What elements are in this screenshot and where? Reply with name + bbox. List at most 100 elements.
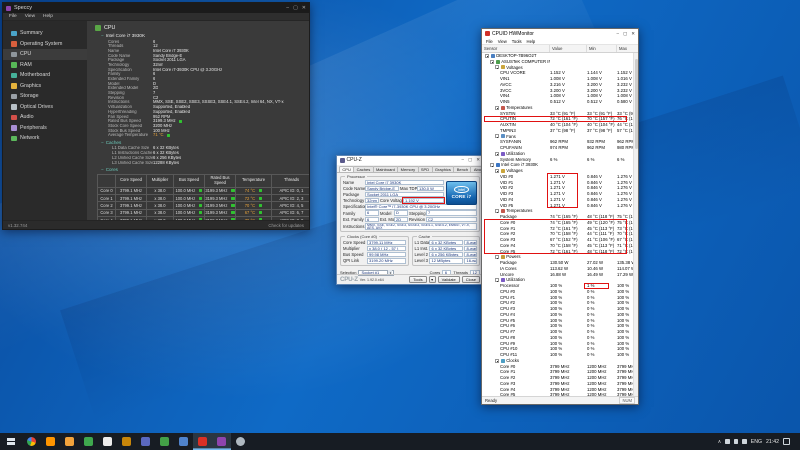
- speccy-sidebar-item[interactable]: Storage: [3, 91, 87, 102]
- speccy-sidebar-item[interactable]: Network: [3, 133, 87, 144]
- speccy-minimize-button[interactable]: –: [286, 5, 289, 11]
- sensor-category-icon: [501, 106, 505, 110]
- tree-collapse-icon[interactable]: [490, 163, 494, 167]
- taskbar-app-icon[interactable]: [212, 433, 231, 450]
- taskbar-app-icon[interactable]: [174, 433, 193, 450]
- hwmonitor-scrollbar[interactable]: [633, 53, 638, 396]
- col-max[interactable]: Max: [617, 45, 638, 52]
- threads-cell: APIC ID: 4, 5: [272, 202, 309, 209]
- speccy-menu-item[interactable]: Help: [43, 14, 53, 19]
- taskbar-app-icon[interactable]: [98, 433, 117, 450]
- sensor-row[interactable]: Core #5 3799 MHz 1200 MHz 3799 MHz: [482, 392, 638, 396]
- taskbar-app-icon[interactable]: [117, 433, 136, 450]
- col-min[interactable]: Min: [587, 45, 617, 52]
- cpuz-minimize-button[interactable]: –: [461, 157, 464, 163]
- tree-collapse-icon[interactable]: [495, 106, 499, 110]
- cpuz-tab[interactable]: Memory: [397, 166, 418, 172]
- cpuz-close-button[interactable]: ✕: [476, 157, 480, 163]
- caches-tree-node[interactable]: −Caches: [101, 140, 305, 145]
- cpuz-tab[interactable]: Graphics: [432, 166, 455, 172]
- speccy-sidebar-item[interactable]: Audio: [3, 112, 87, 123]
- cpuz-tab[interactable]: SPD: [418, 166, 433, 172]
- hwmonitor-maximize-button[interactable]: ▢: [623, 31, 627, 37]
- tree-collapse-icon[interactable]: [495, 65, 499, 69]
- tree-collapse-icon[interactable]: [495, 134, 499, 138]
- speccy-sidebar-item[interactable]: Motherboard: [3, 70, 87, 81]
- hwmonitor-menu-item[interactable]: Tools: [512, 39, 522, 44]
- taskbar-app-icon[interactable]: [60, 433, 79, 450]
- cpuz-titlebar[interactable]: CPU-Z – ▢ ✕: [337, 156, 483, 165]
- col-value[interactable]: Value: [550, 45, 587, 52]
- tree-collapse-icon[interactable]: [495, 255, 499, 259]
- sidebar-item-icon: [11, 125, 17, 131]
- tools-dropdown-button[interactable]: ▾: [429, 276, 436, 283]
- cpu-tree-node[interactable]: −Intel Core i7 3930K: [101, 33, 305, 38]
- tree-collapse-icon[interactable]: [485, 54, 489, 58]
- tree-collapse-icon[interactable]: [490, 60, 494, 64]
- cores-table-header: Core Speed Multiplier Bus Speed Rated Bu…: [98, 175, 309, 188]
- speccy-menu-item[interactable]: File: [9, 14, 17, 19]
- check-updates-link[interactable]: Check for updates: [268, 223, 304, 228]
- status-led: [259, 218, 262, 220]
- taskbar-app-icon[interactable]: [231, 433, 250, 450]
- speccy-menu-item[interactable]: View: [25, 14, 35, 19]
- taskbar-app-icon[interactable]: [79, 433, 98, 450]
- tree-collapse-icon[interactable]: [495, 169, 499, 173]
- scrollbar-thumb[interactable]: [635, 59, 638, 149]
- tree-collapse-icon[interactable]: [495, 278, 499, 282]
- hwmonitor-menu-item[interactable]: File: [486, 39, 493, 44]
- speccy-sidebar: Summary Operating System CPU RAM: [3, 21, 87, 220]
- taskbar-app-icon[interactable]: [136, 433, 155, 450]
- speccy-sidebar-item[interactable]: Optical Drives: [3, 102, 87, 113]
- cores-tree-node[interactable]: −Cores: [101, 167, 305, 172]
- sensor-category-icon: [501, 278, 505, 282]
- speccy-sidebar-item[interactable]: Operating System: [3, 39, 87, 50]
- col-sensor[interactable]: Sensor: [482, 45, 550, 52]
- speccy-statusbar: v1.32.744 Check for updates: [3, 220, 309, 229]
- hwmonitor-menu-item[interactable]: Help: [527, 39, 536, 44]
- sidebar-item-icon: [11, 115, 17, 121]
- cpuz-tab[interactable]: Bench: [453, 166, 471, 172]
- hwmonitor-titlebar[interactable]: CPUID HWMonitor – ▢ ✕: [482, 29, 638, 38]
- taskbar-app-icon[interactable]: [41, 433, 60, 450]
- taskbar-app-icon[interactable]: [22, 433, 41, 450]
- hwmonitor-menu-item[interactable]: View: [498, 39, 507, 44]
- hwmonitor-minimize-button[interactable]: –: [616, 31, 619, 37]
- speccy-sidebar-item[interactable]: RAM: [3, 60, 87, 71]
- tools-button[interactable]: Tools: [409, 276, 426, 283]
- taskbar-app-icon[interactable]: [193, 433, 212, 450]
- taskbar-app-icon[interactable]: [155, 433, 174, 450]
- status-led: [231, 218, 234, 220]
- tray-clock[interactable]: 21:42: [766, 439, 779, 445]
- speccy-maximize-button[interactable]: ▢: [293, 5, 298, 11]
- cpuz-maximize-button[interactable]: ▢: [468, 157, 472, 163]
- speccy-close-button[interactable]: ✕: [302, 5, 306, 11]
- speccy-sidebar-item[interactable]: Peripherals: [3, 123, 87, 134]
- speccy-sidebar-item[interactable]: Summary: [3, 28, 87, 39]
- hidden-icons-chevron-icon[interactable]: ∧: [718, 439, 722, 445]
- validate-button[interactable]: Validate: [438, 276, 460, 283]
- taskbar: ∧ ENG 21:42: [0, 433, 800, 450]
- tray-language[interactable]: ENG: [751, 439, 762, 445]
- sensor-value: 974 RPM: [550, 145, 587, 151]
- tree-collapse-icon[interactable]: [495, 209, 499, 213]
- speccy-titlebar[interactable]: Speccy – ▢ ✕: [3, 3, 309, 13]
- cpuz-tab[interactable]: Mainboard: [373, 166, 399, 172]
- cpuz-tab[interactable]: Caches: [353, 166, 373, 172]
- start-button[interactable]: [0, 433, 22, 450]
- tray-volume-icon[interactable]: [742, 439, 747, 444]
- notification-center-icon[interactable]: [783, 438, 790, 445]
- speccy-sidebar-item[interactable]: CPU: [3, 49, 87, 60]
- tree-collapse-icon[interactable]: [495, 152, 499, 156]
- speccy-sidebar-item[interactable]: Graphics: [3, 81, 87, 92]
- close-button[interactable]: Close: [462, 276, 480, 283]
- hwmonitor-close-button[interactable]: ✕: [631, 31, 635, 37]
- sensor-category-icon: [501, 152, 505, 156]
- tray-network-icon[interactable]: [734, 439, 739, 444]
- sidebar-item-label: Optical Drives: [20, 104, 53, 110]
- sidebar-item-label: Storage: [20, 93, 39, 99]
- tray-onedrive-icon[interactable]: [725, 439, 730, 444]
- sensor-min: 16.49 W: [587, 272, 617, 278]
- cpuz-tab[interactable]: CPU: [339, 166, 354, 172]
- tree-collapse-icon[interactable]: [495, 359, 499, 363]
